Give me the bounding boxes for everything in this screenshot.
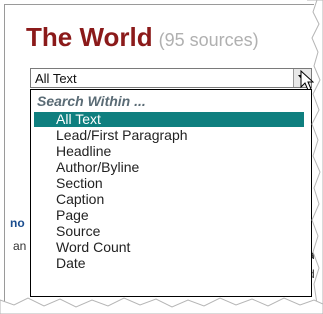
dropdown-option-source[interactable]: Source (34, 224, 304, 239)
search-within-select[interactable]: All Text (30, 68, 312, 88)
dropdown-option-lead-first-paragraph[interactable]: Lead/First Paragraph (34, 128, 304, 143)
dropdown-option-headline[interactable]: Headline (34, 144, 304, 159)
dropdown-group-label: Search Within ... (37, 93, 146, 109)
torn-edge-bottom (0, 297, 323, 314)
page-title-text: The World (26, 22, 153, 52)
dropdown-option-section[interactable]: Section (34, 176, 304, 191)
search-within-value: All Text (35, 71, 77, 86)
page-title: The World (95 sources) (26, 22, 259, 53)
search-within-dropdown: Search Within ... All Text Lead/First Pa… (30, 89, 312, 297)
dropdown-option-caption[interactable]: Caption (34, 192, 304, 207)
dropdown-option-word-count[interactable]: Word Count (34, 240, 304, 255)
background-fragment: no (10, 216, 25, 230)
dropdown-option-date[interactable]: Date (34, 256, 304, 271)
source-count: (95 sources) (158, 30, 259, 50)
background-fragment: an (13, 239, 27, 253)
dropdown-option-page[interactable]: Page (34, 208, 304, 223)
dropdown-option-all-text[interactable]: All Text (34, 112, 304, 127)
torn-edge-right (307, 0, 323, 304)
dropdown-option-author-byline[interactable]: Author/Byline (34, 160, 304, 175)
